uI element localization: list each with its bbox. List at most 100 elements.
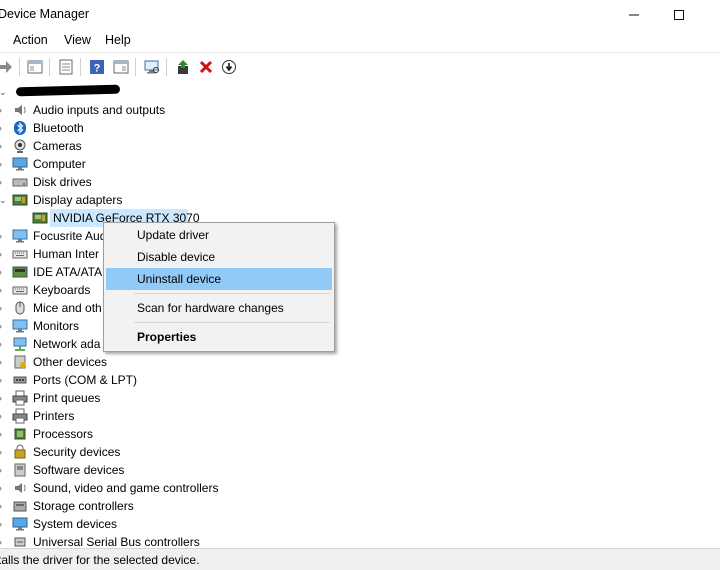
expand-arrow-icon[interactable]: › (0, 428, 7, 440)
disk-drive-icon (12, 174, 28, 190)
keyboard-icon (12, 282, 28, 298)
tree-item-label: Cameras (33, 139, 82, 153)
tree-category-item[interactable]: › Cameras (0, 137, 720, 155)
action-pane-button[interactable] (111, 57, 131, 77)
forward-button[interactable] (0, 57, 15, 77)
tree-category-item[interactable]: › Print queues (0, 389, 720, 407)
tree-root[interactable]: ⌄ (0, 83, 720, 101)
ide-controller-icon (12, 264, 28, 280)
tree-category-item[interactable]: › Audio inputs and outputs (0, 101, 720, 119)
computer-icon (12, 156, 28, 172)
monitor-icon (12, 318, 28, 334)
scan-hardware-button[interactable] (142, 57, 162, 77)
tree-category-item[interactable]: › Ports (COM & LPT) (0, 371, 720, 389)
tree-item-label: Processors (33, 427, 94, 441)
minimize-button[interactable] (619, 4, 649, 26)
update-driver-button[interactable] (173, 57, 193, 77)
expand-arrow-icon[interactable]: › (0, 266, 7, 278)
expand-arrow-icon[interactable]: › (0, 230, 7, 242)
software-device-icon (12, 462, 28, 478)
expand-arrow-icon[interactable]: › (0, 500, 7, 512)
tree-item-label: Focusrite Aud (33, 229, 107, 243)
tree-category-item[interactable]: › Processors (0, 425, 720, 443)
menu-help[interactable]: Help (105, 33, 131, 47)
tree-category-item[interactable]: › Sound, video and game controllers (0, 479, 720, 497)
tree-item-label: Ports (COM & LPT) (33, 373, 138, 387)
keyboard-icon (12, 246, 28, 262)
tree-item-label: Sound, video and game controllers (33, 481, 219, 495)
menu-item-disable-device[interactable]: Disable device (106, 246, 332, 268)
tree-item-label: Other devices (33, 355, 108, 369)
printer-icon (12, 390, 28, 406)
expand-arrow-icon[interactable]: › (0, 482, 7, 494)
expand-arrow-icon[interactable]: › (0, 410, 7, 422)
menu-item-label: Update driver (137, 228, 210, 242)
expand-arrow-icon[interactable]: › (0, 392, 7, 404)
disable-device-button[interactable] (219, 57, 239, 77)
monitor-icon (12, 228, 28, 244)
expand-arrow-icon[interactable]: › (0, 518, 7, 530)
toolbar: ? (0, 52, 720, 82)
tree-category-item[interactable]: ⌄ Display adapters (0, 191, 720, 209)
tree-category-item[interactable]: › Universal Serial Bus controllers (0, 533, 720, 547)
update-driver-icon (178, 60, 188, 74)
expand-arrow-icon[interactable]: › (0, 248, 7, 260)
tree-category-item[interactable]: › Security devices (0, 443, 720, 461)
collapse-arrow-icon[interactable]: ⌄ (0, 86, 7, 98)
window-title: Device Manager (0, 7, 90, 21)
context-menu: Update driver Disable device Uninstall d… (103, 222, 335, 352)
menu-item-label: Properties (137, 330, 197, 344)
tree-item-label: Universal Serial Bus controllers (33, 535, 200, 547)
tree-category-item[interactable]: › Storage controllers (0, 497, 720, 515)
menu-item-update-driver[interactable]: Update driver (106, 224, 332, 246)
menu-item-uninstall-device[interactable]: Uninstall device (106, 268, 332, 290)
mouse-icon (12, 300, 28, 316)
expand-arrow-icon[interactable]: › (0, 374, 7, 386)
uninstall-button[interactable] (196, 57, 216, 77)
tree-category-item[interactable]: › Bluetooth (0, 119, 720, 137)
help-button[interactable]: ? (87, 57, 107, 77)
help-icon: ? (90, 60, 104, 75)
expand-arrow-icon[interactable]: › (0, 104, 7, 116)
show-hide-console-tree-button[interactable] (25, 57, 45, 77)
tree-item-label: Human Inter (33, 247, 100, 261)
expand-arrow-icon[interactable]: › (0, 446, 7, 458)
tree-category-item[interactable]: › Software devices (0, 461, 720, 479)
expand-arrow-icon[interactable]: › (0, 536, 7, 547)
display-adapter-icon (12, 192, 28, 208)
tree-category-item[interactable]: › Computer (0, 155, 720, 173)
expand-arrow-icon[interactable]: › (0, 356, 7, 368)
tree-category-item[interactable]: › Disk drives (0, 173, 720, 191)
expand-arrow-icon[interactable]: › (0, 158, 7, 170)
maximize-button[interactable] (664, 4, 694, 26)
minimize-icon (629, 14, 639, 16)
expand-arrow-icon[interactable]: › (0, 464, 7, 476)
tree-item-label: Computer (33, 157, 86, 171)
expand-arrow-icon[interactable]: › (0, 320, 7, 332)
menu-action[interactable]: Action (13, 33, 48, 47)
tree-item-label: IDE ATA/ATAP (33, 265, 111, 279)
expand-arrow-icon[interactable]: › (0, 284, 7, 296)
storage-icon (12, 498, 28, 514)
printer-icon (12, 408, 28, 424)
network-icon (12, 336, 28, 352)
menu-item-properties[interactable]: Properties (106, 326, 332, 348)
tree-category-item[interactable]: › Other devices (0, 353, 720, 371)
toolbar-separator (166, 58, 167, 76)
expand-arrow-icon[interactable]: › (0, 122, 7, 134)
expand-arrow-icon[interactable]: › (0, 302, 7, 314)
tree-item-label: Disk drives (33, 175, 92, 189)
tree-category-item[interactable]: › Printers (0, 407, 720, 425)
menu-item-scan-hardware[interactable]: Scan for hardware changes (106, 297, 332, 319)
title-bar: Device Manager (0, 0, 720, 30)
collapse-arrow-icon[interactable]: ⌄ (0, 194, 7, 206)
properties-button[interactable] (56, 57, 76, 77)
action-pane-icon (113, 60, 129, 74)
menu-view[interactable]: View (64, 33, 91, 47)
expand-arrow-icon[interactable]: › (0, 176, 7, 188)
expand-arrow-icon[interactable]: › (0, 338, 7, 350)
speaker-icon (12, 480, 28, 496)
expand-arrow-icon[interactable]: › (0, 140, 7, 152)
show-hide-console-tree-icon (27, 60, 43, 74)
tree-category-item[interactable]: › System devices (0, 515, 720, 533)
